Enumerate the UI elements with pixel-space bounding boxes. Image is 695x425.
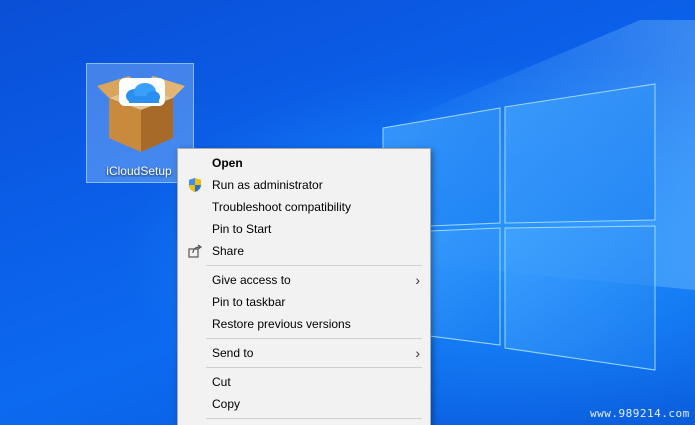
icloud-setup-box-icon <box>97 76 185 152</box>
menu-item-label: Pin to taskbar <box>212 295 286 309</box>
desktop-icon-label: iCloudSetup <box>106 164 172 178</box>
menu-item-troubleshoot-compatibility[interactable]: Troubleshoot compatibility <box>178 196 430 218</box>
menu-separator <box>206 367 422 368</box>
context-menu[interactable]: Open Run as administrator Troubleshoot c… <box>177 148 431 425</box>
menu-item-give-access-to[interactable]: Give access to › <box>178 269 430 291</box>
uac-shield-icon <box>189 178 201 192</box>
menu-separator <box>206 265 422 266</box>
menu-item-label: Copy <box>212 397 241 411</box>
menu-item-label: Send to <box>212 346 254 360</box>
menu-item-copy[interactable]: Copy <box>178 393 430 415</box>
menu-item-cut[interactable]: Cut <box>178 371 430 393</box>
menu-item-label: Run as administrator <box>212 178 323 192</box>
menu-item-send-to[interactable]: Send to › <box>178 342 430 364</box>
menu-item-label: Troubleshoot compatibility <box>212 200 351 214</box>
desktop-background[interactable]: iCloudSetup Open Run as administrator Tr… <box>0 0 695 425</box>
menu-item-label: Give access to <box>212 273 291 287</box>
menu-item-run-as-administrator[interactable]: Run as administrator <box>178 174 430 196</box>
chevron-right-icon: › <box>415 345 420 361</box>
menu-item-label: Pin to Start <box>212 222 272 236</box>
menu-item-pin-to-start[interactable]: Pin to Start <box>178 218 430 240</box>
share-icon <box>188 244 203 258</box>
menu-item-pin-to-taskbar[interactable]: Pin to taskbar <box>178 291 430 313</box>
menu-item-label: Restore previous versions <box>212 317 351 331</box>
menu-item-share[interactable]: Share <box>178 240 430 262</box>
menu-item-label: Open <box>212 156 243 170</box>
watermark-text: www.989214.com <box>590 407 690 420</box>
menu-item-label: Cut <box>212 375 231 389</box>
menu-separator <box>206 418 422 419</box>
menu-item-open[interactable]: Open <box>178 152 430 174</box>
menu-item-restore-previous-versions[interactable]: Restore previous versions <box>178 313 430 335</box>
chevron-right-icon: › <box>415 272 420 288</box>
menu-separator <box>206 338 422 339</box>
menu-item-label: Share <box>212 244 245 258</box>
